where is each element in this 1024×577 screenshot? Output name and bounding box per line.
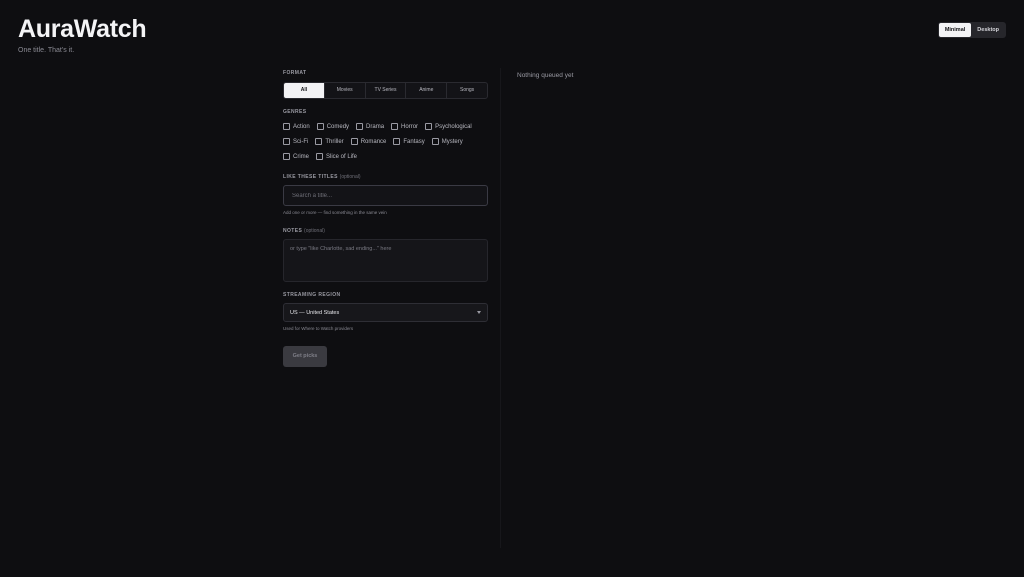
region-value: US — United States — [290, 309, 340, 316]
queue-empty-state: Nothing queued yet — [517, 72, 574, 79]
notes-label: NOTES (optional) — [283, 228, 488, 234]
genre-checkbox-horror[interactable]: Horror — [391, 123, 418, 130]
optional-tag: (optional) — [339, 174, 361, 180]
checkbox-icon[interactable] — [283, 153, 290, 160]
genre-label: Fantasy — [403, 138, 425, 145]
genre-label: Sci-Fi — [293, 138, 309, 145]
genre-label: Romance — [360, 138, 387, 145]
get-picks-button[interactable]: Get picks — [283, 346, 327, 367]
region-select[interactable]: US — United States — [283, 303, 488, 322]
notes-box — [283, 239, 488, 282]
genre-checkbox-romance[interactable]: Romance — [350, 138, 387, 145]
app-tagline: One title. That’s it. — [18, 47, 75, 54]
genre-label: Crime — [293, 153, 309, 160]
genre-checkbox-drama[interactable]: Drama — [356, 123, 384, 130]
genre-label: Horror — [401, 123, 419, 130]
like-titles-label-text: LIKE THESE TITLES — [283, 174, 338, 180]
genre-checkbox-crime[interactable]: Crime — [283, 153, 309, 160]
region-hint: Used for Where to Watch providers — [283, 326, 354, 331]
format-selector: All Movies TV Series Anime Songs — [283, 82, 488, 99]
checkbox-icon[interactable] — [316, 123, 324, 130]
checkbox-icon[interactable] — [356, 123, 364, 130]
checkbox-icon[interactable] — [393, 138, 401, 145]
checkbox-icon[interactable] — [315, 138, 323, 145]
view-minimal-button[interactable]: Minimal — [938, 23, 972, 37]
checkbox-icon[interactable] — [316, 153, 323, 160]
notes-label-text: NOTES — [283, 228, 303, 234]
title-search-input[interactable] — [290, 191, 481, 200]
picks-form: FORMAT All Movies TV Series Anime Songs … — [283, 70, 488, 367]
genre-checkbox-comedy[interactable]: Comedy — [316, 123, 350, 130]
like-titles-label: LIKE THESE TITLES (optional) — [283, 174, 488, 180]
format-label: FORMAT — [283, 70, 307, 76]
genre-label: Thriller — [325, 138, 344, 145]
genres-label: GENRES — [283, 109, 307, 115]
chevron-down-icon — [477, 311, 481, 314]
checkbox-icon[interactable] — [350, 138, 358, 145]
optional-tag: (optional) — [304, 228, 325, 234]
notes-textarea[interactable] — [290, 246, 481, 275]
format-option-anime[interactable]: Anime — [405, 83, 446, 98]
genre-label: Psychological — [435, 123, 472, 130]
format-option-tv-series[interactable]: TV Series — [364, 83, 406, 98]
format-option-movies[interactable]: Movies — [323, 83, 365, 98]
brand: AuraWatch One title. That’s it. — [18, 14, 147, 54]
genre-list: Action Comedy Drama Horror Psychological… — [283, 123, 488, 160]
format-option-all[interactable]: All — [284, 83, 324, 98]
checkbox-icon[interactable] — [283, 123, 290, 130]
checkbox-icon[interactable] — [391, 123, 399, 130]
genre-label: Action — [293, 123, 310, 130]
genre-label: Mystery — [441, 138, 463, 145]
genre-checkbox-mystery[interactable]: Mystery — [431, 138, 463, 145]
genre-label: Comedy — [326, 123, 350, 130]
checkbox-icon[interactable] — [431, 138, 439, 145]
title-search-box — [283, 185, 488, 206]
checkbox-icon[interactable] — [425, 123, 433, 130]
genre-checkbox-slice-of-life[interactable]: Slice of Life — [316, 153, 357, 160]
view-mode-toggle: Minimal Desktop — [937, 22, 1006, 38]
like-titles-hint: Add one or more — find something in the … — [283, 210, 387, 215]
checkbox-icon[interactable] — [283, 138, 290, 145]
column-divider — [500, 68, 501, 548]
genre-checkbox-action[interactable]: Action — [283, 123, 310, 130]
view-desktop-button[interactable]: Desktop — [971, 23, 1005, 37]
app-title: AuraWatch — [18, 15, 147, 43]
format-option-songs[interactable]: Songs — [446, 83, 487, 98]
genre-checkbox-psychological[interactable]: Psychological — [425, 123, 472, 130]
genre-checkbox-sci-fi[interactable]: Sci-Fi — [283, 138, 308, 145]
genre-label: Slice of Life — [326, 153, 358, 160]
genre-checkbox-fantasy[interactable]: Fantasy — [393, 138, 425, 145]
genre-checkbox-thriller[interactable]: Thriller — [315, 138, 344, 145]
genre-label: Drama — [366, 123, 385, 130]
region-label: STREAMING REGION — [283, 292, 341, 298]
